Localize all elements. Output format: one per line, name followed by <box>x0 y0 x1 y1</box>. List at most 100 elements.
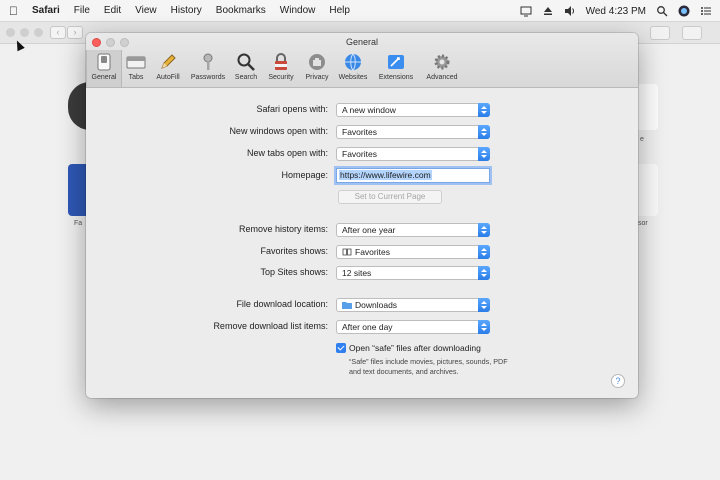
homepage-value: https://www.lifewire.com <box>339 170 432 180</box>
book-icon <box>342 248 352 256</box>
tab-search[interactable]: Search <box>231 50 261 87</box>
preferences-toolbar: General General Tabs AutoFill Passwords … <box>86 33 638 88</box>
tab-label: Tabs <box>128 74 144 81</box>
popup-value: Favorites <box>342 149 377 159</box>
tab-label: Passwords <box>190 74 226 81</box>
remove-history-popup[interactable]: After one year <box>336 223 490 237</box>
gear-icon <box>434 54 450 70</box>
tab-label: Advanced <box>426 74 458 81</box>
open-safe-files-checkbox[interactable] <box>336 343 346 353</box>
new-tabs-label: New tabs open with: <box>246 148 328 158</box>
window-title: General <box>345 37 379 47</box>
favorite-label: Fa <box>74 220 83 227</box>
safari-opens-with-label: Safari opens with: <box>256 104 328 114</box>
remove-history-label: Remove history items: <box>238 224 328 234</box>
popup-value: A new window <box>342 105 396 115</box>
favorites-shows-popup[interactable]: Favorites <box>336 245 490 259</box>
popup-arrow-icon <box>478 266 490 280</box>
tab-label: General <box>91 74 117 81</box>
preferences-window: General General Tabs AutoFill Passwords … <box>86 33 638 398</box>
menu-help[interactable]: Help <box>329 5 350 16</box>
menu-extras: Wed 4:23 PM <box>520 0 712 22</box>
forward-button[interactable]: › <box>67 26 83 39</box>
volume-icon[interactable] <box>564 5 576 17</box>
eject-icon[interactable] <box>542 5 554 17</box>
menu-history[interactable]: History <box>171 5 202 16</box>
popup-value: After one day <box>342 322 393 332</box>
top-sites-label: Top Sites shows: <box>260 267 328 277</box>
pencil-icon <box>161 54 176 69</box>
popup-value: Favorites <box>342 127 377 137</box>
tabs-icon <box>126 56 146 69</box>
globe-icon <box>345 53 361 71</box>
tab-label: AutoFill <box>156 74 180 81</box>
folder-icon <box>342 302 352 309</box>
puzzle-icon <box>388 55 404 69</box>
remove-download-popup[interactable]: After one day <box>336 320 490 334</box>
remove-download-label: Remove download list items: <box>213 321 328 331</box>
spotlight-search-icon[interactable] <box>656 5 668 17</box>
tab-label: Security <box>268 74 294 81</box>
popup-value: 12 sites <box>342 268 372 278</box>
favorite-label: sor <box>638 220 648 227</box>
tab-websites[interactable]: Websites <box>335 50 371 87</box>
popup-value: After one year <box>342 225 396 235</box>
new-windows-label: New windows open with: <box>229 126 328 136</box>
share-button[interactable] <box>650 26 670 40</box>
favorite-tile[interactable] <box>636 164 658 216</box>
menu-app-safari[interactable]: Safari <box>32 5 60 16</box>
tab-security[interactable]: Security <box>263 50 299 87</box>
tab-privacy[interactable]: Privacy <box>301 50 333 87</box>
back-button[interactable]: ‹ <box>50 26 66 39</box>
tab-tabs[interactable]: Tabs <box>124 50 148 87</box>
notification-center-icon[interactable] <box>700 5 712 17</box>
download-location-label: File download location: <box>236 299 328 309</box>
download-location-popup[interactable]: Downloads <box>336 298 490 312</box>
hand-icon <box>309 54 325 70</box>
safari-window-controls <box>6 28 43 37</box>
new-windows-popup[interactable]: Favorites <box>336 125 490 139</box>
menu-edit[interactable]: Edit <box>104 5 121 16</box>
tab-overview-button[interactable] <box>682 26 702 40</box>
popup-value: Favorites <box>355 247 390 257</box>
magnifier-icon <box>237 53 255 71</box>
tab-extensions[interactable]: Extensions <box>374 50 418 87</box>
key-icon <box>203 53 213 70</box>
menu-bar:  Safari File Edit View History Bookmark… <box>0 0 720 22</box>
homepage-field[interactable]: https://www.lifewire.com <box>336 168 490 183</box>
popup-arrow-icon <box>478 147 490 161</box>
popup-arrow-icon <box>478 245 490 259</box>
menu-window[interactable]: Window <box>280 5 316 16</box>
popup-value: Downloads <box>355 300 398 310</box>
favorite-tile[interactable] <box>636 84 658 130</box>
apple-menu-icon[interactable]:  <box>9 4 23 18</box>
tab-passwords[interactable]: Passwords <box>187 50 229 87</box>
favorites-shows-label: Favorites shows: <box>260 246 328 256</box>
siri-icon[interactable] <box>678 5 690 17</box>
favorite-label: e <box>640 136 644 143</box>
safari-opens-with-popup[interactable]: A new window <box>336 103 490 117</box>
popup-arrow-icon <box>478 223 490 237</box>
tab-autofill[interactable]: AutoFill <box>151 50 185 87</box>
tab-general[interactable]: General <box>86 50 122 87</box>
tab-label: Privacy <box>305 74 329 81</box>
menu-bookmarks[interactable]: Bookmarks <box>216 5 266 16</box>
tab-label: Extensions <box>378 74 414 81</box>
top-sites-popup[interactable]: 12 sites <box>336 266 490 280</box>
tab-advanced[interactable]: Advanced <box>421 50 463 87</box>
menu-file[interactable]: File <box>74 5 90 16</box>
new-tabs-popup[interactable]: Favorites <box>336 147 490 161</box>
tab-label: Search <box>234 74 258 81</box>
popup-arrow-icon <box>478 298 490 312</box>
popup-arrow-icon <box>478 125 490 139</box>
set-to-current-page-button[interactable]: Set to Current Page <box>338 190 442 204</box>
menu-clock[interactable]: Wed 4:23 PM <box>586 6 646 17</box>
homepage-label: Homepage: <box>281 170 328 180</box>
popup-arrow-icon <box>478 320 490 334</box>
menu-view[interactable]: View <box>135 5 157 16</box>
help-button[interactable]: ? <box>611 374 625 388</box>
display-mirror-icon[interactable] <box>520 5 532 17</box>
switch-icon <box>97 53 111 71</box>
open-safe-files-label[interactable]: Open “safe” files after downloading <box>349 343 481 353</box>
lock-icon <box>275 53 287 70</box>
